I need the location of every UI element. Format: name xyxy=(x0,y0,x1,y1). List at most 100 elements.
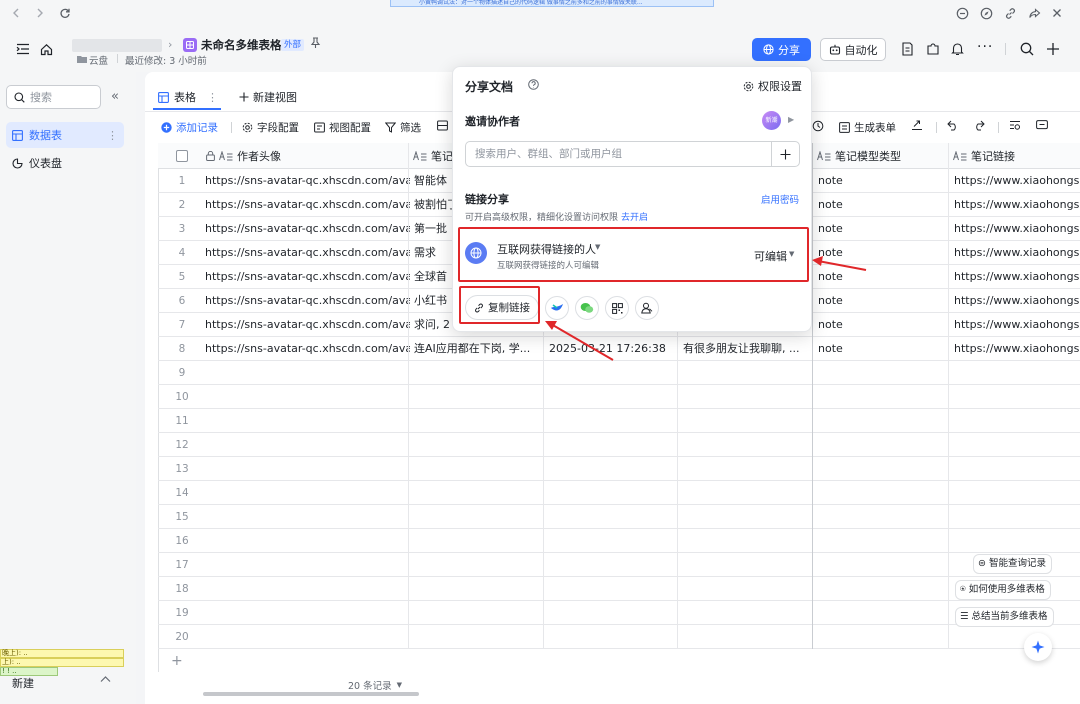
add-row-icon[interactable]: + xyxy=(171,653,183,669)
table-row[interactable]: 12 xyxy=(158,433,1080,457)
close-icon[interactable] xyxy=(1050,6,1064,20)
plugin-icon[interactable] xyxy=(926,42,940,56)
table-cell-avatar[interactable]: https://sns-avatar-qc.xhscdn.com/avat... xyxy=(205,193,410,217)
sidebar-item-dashboard[interactable]: 仪表盘 xyxy=(6,150,124,176)
collapse-sidebar-icon[interactable]: « xyxy=(111,89,119,104)
table-cell-avatar[interactable]: https://sns-avatar-qc.xhscdn.com/avat... xyxy=(205,337,410,361)
table-cell-link[interactable]: https://www.xiaohongs xyxy=(954,337,1080,361)
column-header-link[interactable]: 笔记链接 xyxy=(953,148,1015,164)
template-icon[interactable] xyxy=(901,42,914,56)
select-all-checkbox[interactable] xyxy=(176,150,188,162)
column-header-avatar[interactable]: 作者头像 xyxy=(206,148,281,164)
record-count[interactable]: 20 条记录 ▼ xyxy=(348,678,402,692)
group-icon[interactable] xyxy=(437,120,448,131)
table-cell-link[interactable]: https://www.xiaohongs xyxy=(954,265,1080,289)
collaborator-avatar[interactable]: 新潮 xyxy=(762,111,781,130)
table-row[interactable]: 15 xyxy=(158,505,1080,529)
history-icon[interactable] xyxy=(812,120,824,132)
add-icon[interactable] xyxy=(1046,42,1060,56)
table-row[interactable]: 17 xyxy=(158,553,1080,577)
comment-icon[interactable] xyxy=(955,6,969,20)
share-view-icon[interactable] xyxy=(911,120,923,131)
column-label: 作者头像 xyxy=(237,150,281,163)
collaborator-search-input[interactable]: 搜索用户、群组、部门或用户组 xyxy=(465,141,772,167)
table-row[interactable]: 10 xyxy=(158,385,1080,409)
forward-icon[interactable] xyxy=(33,6,47,20)
table-cell-link[interactable]: https://www.xiaohongs xyxy=(954,217,1080,241)
go-enable-link[interactable]: 去开启 xyxy=(621,210,648,223)
field-config-button[interactable]: 字段配置 xyxy=(242,120,299,135)
add-record-button[interactable]: 添加记录 xyxy=(161,120,218,135)
table-cell-type[interactable]: note xyxy=(818,169,948,193)
summarize-button[interactable]: ☰ 总结当前多维表格 xyxy=(955,607,1054,627)
bell-icon[interactable] xyxy=(951,42,964,56)
tab-more-icon[interactable]: ⋮ xyxy=(207,91,218,104)
forward-share-icon[interactable] xyxy=(1027,6,1041,20)
divider xyxy=(936,122,937,133)
table-cell-link[interactable]: https://www.xiaohongs xyxy=(954,193,1080,217)
table-cell-avatar[interactable]: https://sns-avatar-qc.xhscdn.com/avat... xyxy=(205,169,410,193)
smart-query-button[interactable]: ⊜ 智能查询记录 xyxy=(973,554,1052,574)
link-icon[interactable] xyxy=(1003,6,1017,20)
chevron-up-icon[interactable] xyxy=(100,675,111,683)
filter-button[interactable]: 筛选 xyxy=(385,120,421,135)
table-cell-avatar[interactable]: https://sns-avatar-qc.xhscdn.com/avat... xyxy=(205,265,410,289)
how-to-use-button[interactable]: ⍟ 如何使用多维表格 xyxy=(955,580,1051,600)
home-icon[interactable] xyxy=(38,41,54,57)
table-row[interactable]: 19 xyxy=(158,601,1080,625)
row-number: 9 xyxy=(178,367,186,379)
table-row[interactable]: 18 xyxy=(158,577,1080,601)
table-cell-avatar[interactable]: https://sns-avatar-qc.xhscdn.com/avat... xyxy=(205,241,410,265)
add-collaborator-button[interactable] xyxy=(771,141,800,167)
table-cell-type[interactable]: note xyxy=(818,217,948,241)
enable-password-link[interactable]: 启用密码 xyxy=(761,192,799,206)
automation-button[interactable]: 自动化 xyxy=(820,38,886,61)
table-cell-avatar[interactable]: https://sns-avatar-qc.xhscdn.com/avat... xyxy=(205,217,410,241)
column-header-type[interactable]: 笔记模型类型 xyxy=(817,148,901,164)
more-icon[interactable]: ··· xyxy=(977,39,993,55)
table-cell-link[interactable]: https://www.xiaohongs xyxy=(954,169,1080,193)
help-icon[interactable] xyxy=(528,79,539,90)
find-icon[interactable] xyxy=(1009,120,1021,131)
column-label: 笔记链接 xyxy=(971,150,1015,163)
tab-label: 表格 xyxy=(174,91,196,104)
location-label[interactable]: 云盘 xyxy=(89,53,108,67)
horizontal-scrollbar[interactable] xyxy=(203,692,419,696)
table-cell-note[interactable]: 连AI应用都在下岗, 学... xyxy=(414,337,549,361)
new-button[interactable]: 新建 xyxy=(12,675,34,691)
back-icon[interactable] xyxy=(9,6,23,20)
redo-icon[interactable] xyxy=(973,120,985,131)
table-cell-link[interactable]: https://www.xiaohongs xyxy=(954,313,1080,337)
row-number: 5 xyxy=(178,271,186,283)
permission-settings-button[interactable]: 权限设置 xyxy=(743,78,802,94)
sidebar-toggle-icon[interactable] xyxy=(15,41,31,57)
sidebar-search-input[interactable]: 搜索 xyxy=(6,85,101,109)
table-cell-link[interactable]: https://www.xiaohongs xyxy=(954,289,1080,313)
sidebar-item-datatable[interactable]: 数据表 ⋮ xyxy=(6,122,124,148)
view-config-button[interactable]: 视图配置 xyxy=(314,120,371,135)
item-more-icon[interactable]: ⋮ xyxy=(107,129,118,142)
table-cell-avatar[interactable]: https://sns-avatar-qc.xhscdn.com/avat... xyxy=(205,313,410,337)
message-icon[interactable] xyxy=(1036,120,1048,131)
refresh-icon[interactable] xyxy=(58,6,72,20)
generate-form-button[interactable]: 生成表单 xyxy=(839,120,896,135)
table-cell-avatar[interactable]: https://sns-avatar-qc.xhscdn.com/avat... xyxy=(205,289,410,313)
table-row[interactable]: 11 xyxy=(158,409,1080,433)
table-cell-type[interactable]: note xyxy=(818,193,948,217)
table-row[interactable]: 20 xyxy=(158,625,1080,649)
search-icon[interactable] xyxy=(1020,42,1034,56)
column-header-note[interactable]: 笔记 xyxy=(413,148,453,164)
table-cell-link[interactable]: https://www.xiaohongs xyxy=(954,241,1080,265)
tab-table[interactable]: 表格 ⋮ xyxy=(158,89,218,105)
ai-assistant-button[interactable] xyxy=(1024,633,1052,661)
table-row[interactable]: 13 xyxy=(158,457,1080,481)
table-row[interactable]: 16 xyxy=(158,529,1080,553)
compass-icon[interactable] xyxy=(979,6,993,20)
doc-title[interactable]: 未命名多维表格 xyxy=(201,37,282,53)
table-row[interactable]: 14 xyxy=(158,481,1080,505)
new-view-button[interactable]: 新建视图 xyxy=(239,89,297,105)
pin-icon[interactable] xyxy=(310,37,321,49)
undo-icon[interactable] xyxy=(947,120,959,131)
caret-right-icon[interactable]: ▶ xyxy=(788,115,794,124)
share-button[interactable]: 分享 xyxy=(752,38,811,61)
